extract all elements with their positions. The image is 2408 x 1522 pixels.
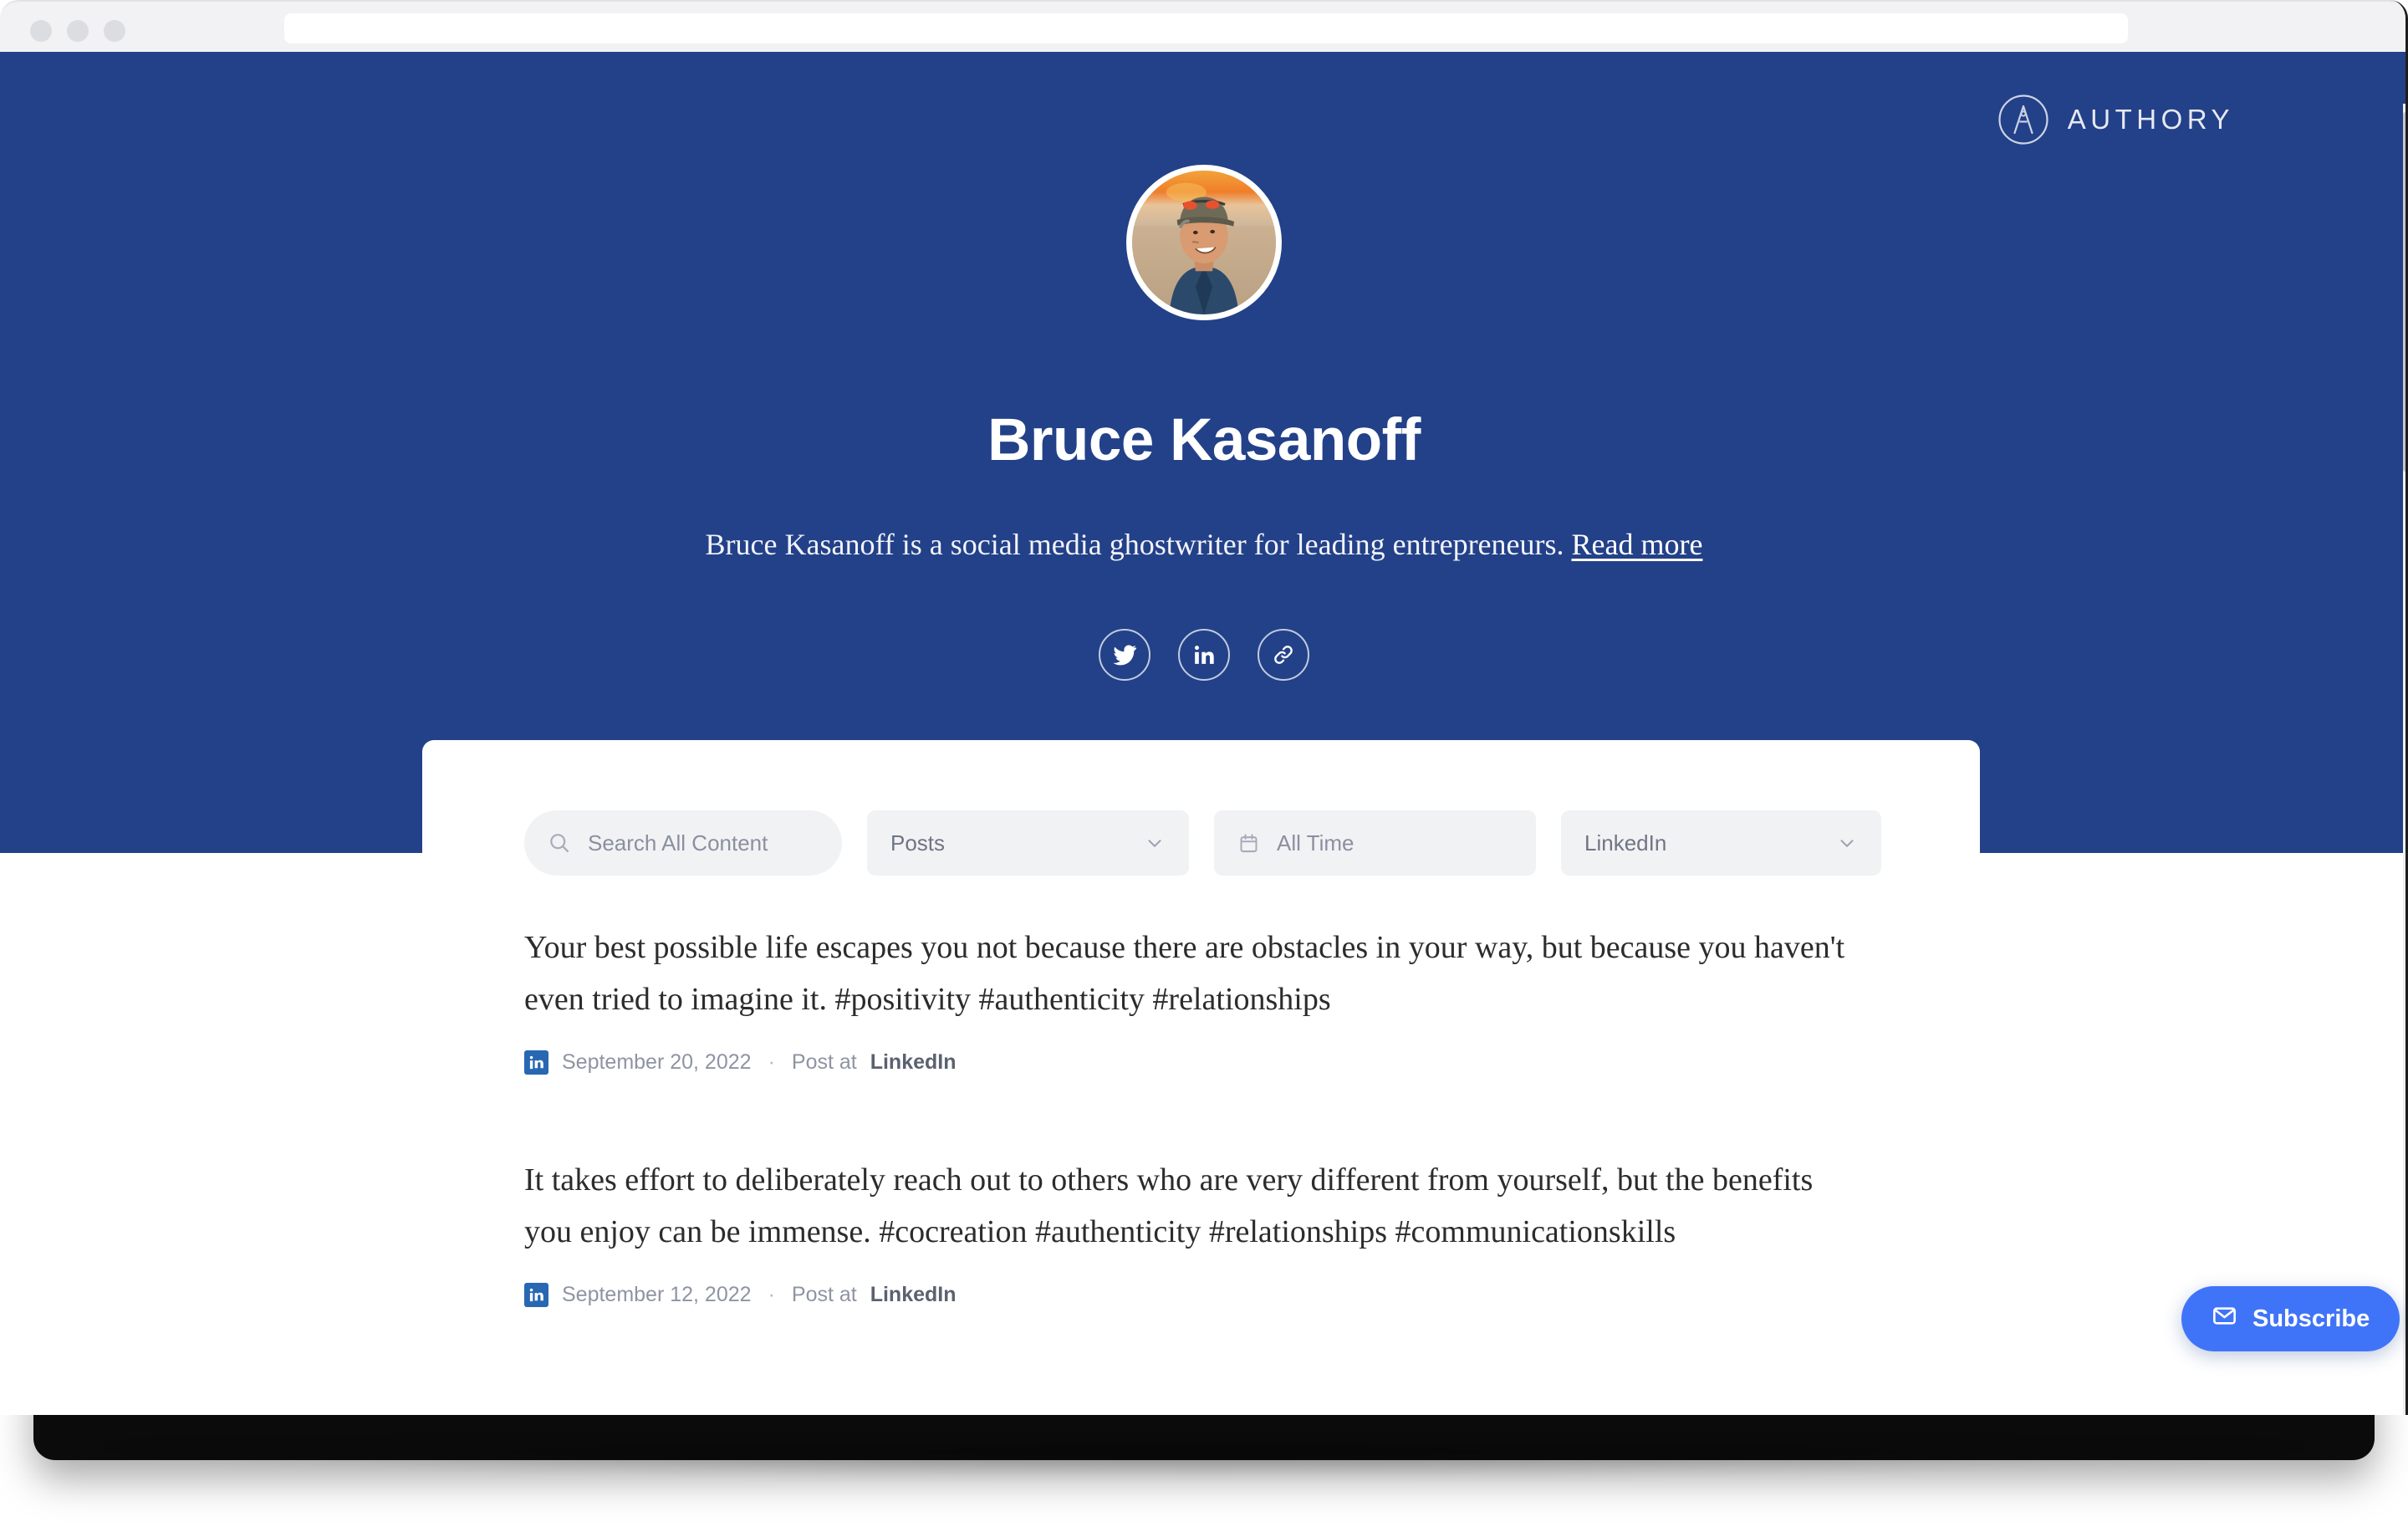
list-item[interactable]: It takes effort to deliberately reach ou… — [524, 1155, 1895, 1308]
post-source: LinkedIn — [870, 1283, 957, 1307]
profile-tagline-text: Bruce Kasanoff is a social media ghostwr… — [705, 528, 1564, 561]
search-placeholder: Search All Content — [588, 830, 768, 855]
post-text: Your best possible life escapes you not … — [524, 930, 1845, 1017]
social-link-twitter[interactable] — [1099, 629, 1150, 681]
linkedin-icon — [524, 1283, 548, 1308]
window-maximize-button[interactable] — [104, 20, 125, 42]
page-scrollbar[interactable] — [2403, 104, 2405, 1415]
linkedin-icon — [1195, 646, 1214, 664]
subscribe-button[interactable]: Subscribe — [2181, 1286, 2400, 1351]
calendar-icon — [1237, 832, 1260, 855]
device-stage: AUTHORY Bruce Kasanoff Bruce Kasanoff is… — [0, 0, 2408, 1522]
link-icon — [1274, 646, 1293, 664]
profile-tagline: Bruce Kasanoff is a social media ghostwr… — [0, 527, 2405, 563]
browser-window: AUTHORY Bruce Kasanoff Bruce Kasanoff is… — [0, 0, 2408, 1415]
window-close-button[interactable] — [30, 20, 52, 42]
posts-list: Your best possible life escapes you not … — [524, 922, 1895, 1387]
authory-logo[interactable]: AUTHORY — [1997, 94, 2234, 146]
content-type-dropdown[interactable]: Posts — [867, 810, 1189, 876]
url-address-bar[interactable] — [284, 13, 2128, 43]
post-meta: September 12, 2022 · Post at LinkedIn — [524, 1283, 1895, 1308]
date-range-value: All Time — [1277, 830, 1354, 855]
twitter-icon — [1113, 645, 1137, 666]
post-text: It takes effort to deliberately reach ou… — [524, 1162, 1814, 1249]
meta-separator: · — [768, 1050, 775, 1075]
linkedin-icon — [524, 1050, 548, 1075]
authory-wordmark: AUTHORY — [2067, 104, 2234, 135]
laptop-drop-shadow — [100, 1443, 2308, 1477]
source-value: LinkedIn — [1584, 830, 1667, 855]
filter-bar: Search All Content Posts All Time Linked… — [524, 810, 1881, 876]
avatar — [1126, 165, 1282, 320]
source-dropdown[interactable]: LinkedIn — [1561, 810, 1881, 876]
content-type-value: Posts — [890, 830, 946, 855]
envelope-icon — [2212, 1303, 2237, 1336]
read-more-link[interactable]: Read more — [1572, 528, 1703, 561]
chevron-down-icon — [1836, 832, 1858, 854]
authory-circle-a-icon — [1998, 94, 2048, 145]
search-input[interactable]: Search All Content — [524, 810, 842, 876]
date-range-dropdown[interactable]: All Time — [1214, 810, 1536, 876]
post-source-prefix: Post at — [791, 1050, 857, 1075]
search-icon — [548, 831, 571, 855]
social-link-website[interactable] — [1258, 629, 1309, 681]
post-source: LinkedIn — [870, 1050, 957, 1075]
social-link-linkedin[interactable] — [1178, 629, 1230, 681]
chevron-down-icon — [1144, 832, 1166, 854]
social-links — [1099, 629, 1309, 681]
subscribe-label: Subscribe — [2252, 1305, 2370, 1332]
content-card: Search All Content Posts All Time Linked… — [422, 740, 1980, 1415]
post-meta: September 20, 2022 · Post at LinkedIn — [524, 1050, 1895, 1075]
meta-separator: · — [768, 1283, 775, 1307]
avatar-photo — [1132, 171, 1276, 314]
page-title: Bruce Kasanoff — [987, 407, 1421, 473]
post-date: September 12, 2022 — [562, 1283, 752, 1307]
post-date: September 20, 2022 — [562, 1050, 752, 1075]
post-source-prefix: Post at — [791, 1283, 857, 1307]
window-minimize-button[interactable] — [67, 20, 89, 42]
profile-hero-banner: AUTHORY Bruce Kasanoff Bruce Kasanoff is… — [0, 52, 2405, 853]
browser-chrome-bar — [0, 0, 2405, 52]
list-item[interactable]: Your best possible life escapes you not … — [524, 922, 1895, 1075]
page-scrollbar-thumb[interactable] — [2403, 112, 2405, 472]
page-viewport: AUTHORY Bruce Kasanoff Bruce Kasanoff is… — [0, 52, 2405, 1415]
